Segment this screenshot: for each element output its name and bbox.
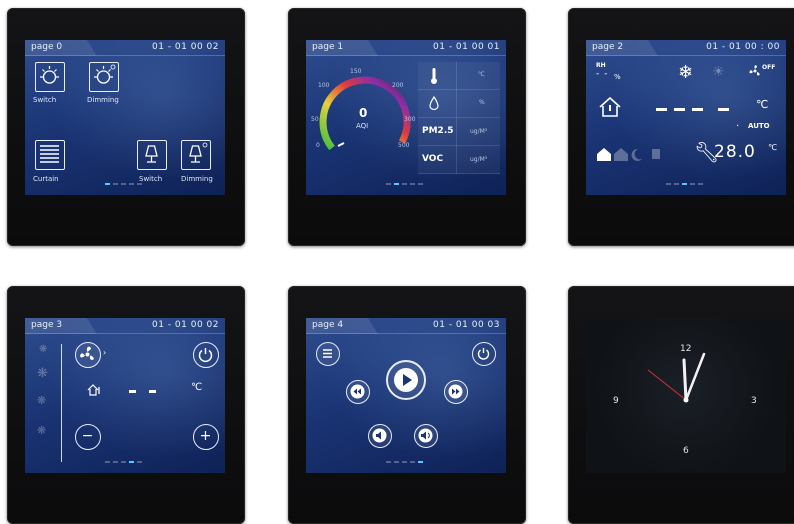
bulb-icon [35, 62, 65, 92]
rh-label: RH [596, 62, 606, 69]
volume-down-icon [372, 428, 387, 443]
page-title: page 1 [312, 42, 344, 52]
temp-unit: ℃ [191, 382, 203, 393]
gauge-tick-150: 150 [350, 68, 362, 75]
temp-dash-1 [129, 390, 136, 393]
power-icon [198, 348, 213, 363]
play-icon [394, 368, 418, 392]
date-time: 01 - 01 00 03 [433, 320, 500, 330]
scene-icons-row[interactable] [596, 146, 666, 162]
decimal-dot: . [736, 118, 740, 129]
power-icon [477, 348, 490, 360]
aqi-label: AQI [356, 122, 369, 130]
gauge-tick-200: 200 [392, 82, 404, 89]
temp-unit: ℃ [756, 98, 769, 111]
volume-up-button[interactable] [414, 424, 438, 448]
dimmable-bulb-icon [89, 62, 119, 92]
fan-icon [80, 346, 94, 360]
plus-icon: + [199, 428, 212, 444]
rh-unit: % [614, 73, 621, 81]
aqi-value: 0 [359, 106, 368, 120]
pm25-label: PM2.5 [422, 126, 454, 136]
clock-screen: 12 3 6 9 [586, 318, 786, 473]
rewind-button[interactable] [346, 380, 370, 404]
curtain-icon [35, 140, 65, 170]
minus-icon: − [81, 428, 94, 444]
fan-icon[interactable] [748, 64, 762, 78]
panel-page-2: page 2 01 - 01 00 : 00 RH - - % ❄ ☀ OFF … [568, 8, 794, 246]
fast-forward-button[interactable] [444, 380, 468, 404]
fan-button[interactable] [75, 342, 101, 368]
voc-unit: ug/M³ [470, 156, 488, 163]
date-time: 01 - 01 00 02 [152, 42, 219, 52]
humidity-unit: % [479, 99, 485, 106]
humidity-icon [429, 96, 439, 110]
home-thermometer-icon[interactable] [598, 96, 622, 118]
rh-value-dashes: - - [596, 69, 609, 79]
fan-speed-low-icon[interactable]: ❋ [39, 344, 47, 355]
voc-label: VOC [422, 154, 444, 164]
dimmable-lamp-icon [181, 140, 211, 170]
temp-dash-1 [656, 108, 667, 111]
date-time: 01 - 01 00 02 [152, 320, 219, 330]
volume-down-button[interactable] [368, 424, 392, 448]
pm25-unit: ug/M³ [470, 128, 488, 135]
panel-page-0: page 0 01 - 01 00 02 Switch Dimming Curt… [7, 8, 245, 246]
screen-page-1: page 1 01 - 01 00 01 0 50 100 150 200 30… [306, 40, 506, 195]
screen-page-2: page 2 01 - 01 00 : 00 RH - - % ❄ ☀ OFF … [586, 40, 786, 195]
page-title: page 3 [31, 320, 63, 330]
fan-speed-mid-icon[interactable]: ❋ [37, 366, 48, 381]
screen-page-3: page 3 01 - 01 00 02 ❋ ❋ ❋ ❋ › ℃ − + [25, 318, 225, 473]
fan-speed-high-icon[interactable]: ❋ [37, 394, 46, 407]
temp-unit: ℃ [478, 71, 485, 78]
menu-icon [323, 349, 332, 358]
gauge-tick-500: 500 [398, 142, 410, 149]
switch-label: Switch [33, 96, 57, 104]
gauge-tick-300: 300 [404, 116, 416, 123]
panel-page-3: page 3 01 - 01 00 02 ❋ ❋ ❋ ❋ › ℃ − + [7, 286, 245, 524]
panel-page-4: page 4 01 - 01 00 03 [288, 286, 526, 524]
lamp-icon [137, 140, 167, 170]
thermometer-icon [431, 68, 437, 84]
temp-dash-4 [718, 108, 729, 111]
gauge-tick-50: 50 [311, 116, 319, 123]
temp-dash-3 [692, 108, 703, 111]
page-title: page 0 [31, 42, 63, 52]
gauge-tick-0: 0 [316, 142, 320, 149]
date-time: 01 - 01 00 : 00 [706, 42, 780, 52]
snowflake-icon[interactable]: ❄ [678, 62, 693, 83]
temp-dash-2 [674, 108, 685, 111]
fan-off-label: OFF [762, 64, 776, 71]
analog-clock-hands [647, 352, 706, 403]
screen-page-4: page 4 01 - 01 00 03 [306, 318, 506, 473]
set-temperature: 28.0 [714, 142, 756, 162]
fan-speed-arrow: › [103, 348, 107, 357]
dimming-label-2: Dimming [181, 175, 213, 183]
date-time: 01 - 01 00 01 [433, 42, 500, 52]
power-button[interactable] [472, 342, 496, 366]
home-thermometer-icon [87, 384, 100, 396]
rewind-icon [350, 384, 365, 399]
decrease-button[interactable]: − [75, 424, 101, 450]
switch-label-2: Switch [139, 175, 163, 183]
fast-forward-icon [448, 384, 463, 399]
play-button[interactable] [386, 360, 426, 400]
fan-speed-auto-icon[interactable]: ❋ [37, 424, 46, 437]
volume-up-icon [418, 428, 433, 443]
increase-button[interactable]: + [193, 424, 219, 450]
power-button[interactable] [193, 342, 219, 368]
menu-button[interactable] [316, 342, 340, 366]
page-title: page 4 [312, 320, 344, 330]
sun-icon[interactable]: ☀ [712, 64, 725, 80]
panel-page-1: page 1 01 - 01 00 01 0 50 100 150 200 30… [288, 8, 526, 246]
curtain-label: Curtain [33, 175, 59, 183]
temp-dash-2 [149, 390, 156, 393]
mode-label: AUTO [748, 122, 770, 130]
set-temp-unit: ℃ [768, 143, 777, 152]
gauge-tick-100: 100 [318, 82, 330, 89]
screen-page-0: page 0 01 - 01 00 02 Switch Dimming Curt… [25, 40, 225, 195]
panel-clock: 12 3 6 9 [568, 286, 794, 524]
page-title: page 2 [592, 42, 624, 52]
dimming-label: Dimming [87, 96, 119, 104]
